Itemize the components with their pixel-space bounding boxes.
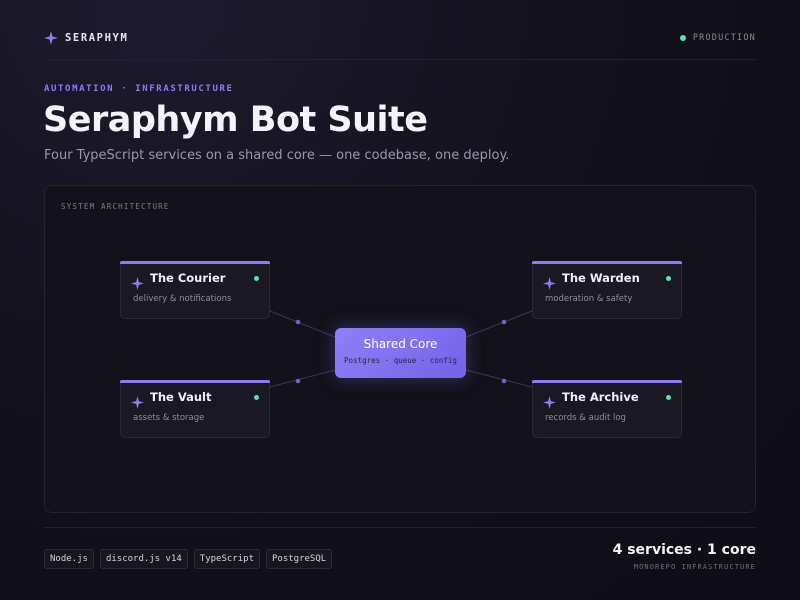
tech-tag: TypeScript: [193, 549, 260, 569]
status-dot-icon: [666, 276, 671, 281]
status-dot-icon: [254, 395, 259, 400]
status-dot-icon: [254, 276, 259, 281]
connector-node: [501, 319, 507, 325]
tech-tag: Node.js: [44, 549, 94, 569]
tech-tag: PostgreSQL: [265, 549, 333, 569]
core-name: Shared Core: [363, 337, 438, 351]
service-name: The Warden: [562, 271, 640, 285]
connector-node: [295, 378, 301, 384]
status-dot-icon: [666, 395, 671, 400]
tech-tags: Node.js discord.js v14 TypeScript Postgr…: [44, 549, 333, 569]
connector-node: [295, 319, 301, 325]
connector-vault: [269, 369, 336, 388]
sparkle-icon: [131, 396, 144, 409]
service-archive[interactable]: The Archive records & audit log: [532, 380, 682, 438]
service-description: assets & storage: [133, 413, 205, 423]
service-name: The Archive: [562, 390, 639, 404]
connector-archive: [465, 369, 533, 388]
brand[interactable]: SERAPHYM: [44, 31, 128, 45]
status-dot-icon: [679, 35, 686, 41]
sparkle-icon: [44, 31, 58, 45]
eyebrow: AUTOMATION · INFRASTRUCTURE: [44, 84, 234, 94]
service-name: The Vault: [150, 390, 212, 404]
brand-name: SERAPHYM: [65, 32, 129, 44]
page-subtitle: Four TypeScript services on a shared cor…: [44, 148, 510, 163]
service-description: delivery & notifications: [133, 294, 232, 304]
service-description: records & audit log: [545, 413, 626, 423]
connector-node: [501, 378, 507, 384]
service-courier[interactable]: The Courier delivery & notifications: [120, 261, 270, 319]
sparkle-icon: [543, 277, 556, 290]
architecture-panel: SYSTEM ARCHITECTURE The Courier delivery…: [44, 185, 756, 513]
environment-label: PRODUCTION: [692, 33, 756, 43]
page-title: Seraphym Bot Suite: [43, 100, 428, 140]
top-bar: SERAPHYM PRODUCTION: [44, 28, 756, 60]
service-name: The Courier: [150, 271, 226, 285]
service-count-caption: MONOREPO INFRASTRUCTURE: [633, 563, 756, 571]
core-details: Postgres · queue · config: [344, 356, 457, 365]
service-warden[interactable]: The Warden moderation & safety: [532, 261, 682, 319]
service-description: moderation & safety: [545, 294, 633, 304]
environment-status: PRODUCTION: [679, 33, 756, 43]
service-vault[interactable]: The Vault assets & storage: [120, 380, 270, 438]
sparkle-icon: [543, 396, 556, 409]
connector-courier: [269, 310, 336, 338]
footer: Node.js discord.js v14 TypeScript Postgr…: [44, 527, 756, 577]
sparkle-icon: [131, 277, 144, 290]
service-count: 4 services · 1 core: [612, 542, 756, 558]
tech-tag: discord.js v14: [99, 549, 188, 569]
shared-core-node[interactable]: Shared Core Postgres · queue · config: [335, 328, 466, 378]
connector-warden: [465, 310, 533, 338]
